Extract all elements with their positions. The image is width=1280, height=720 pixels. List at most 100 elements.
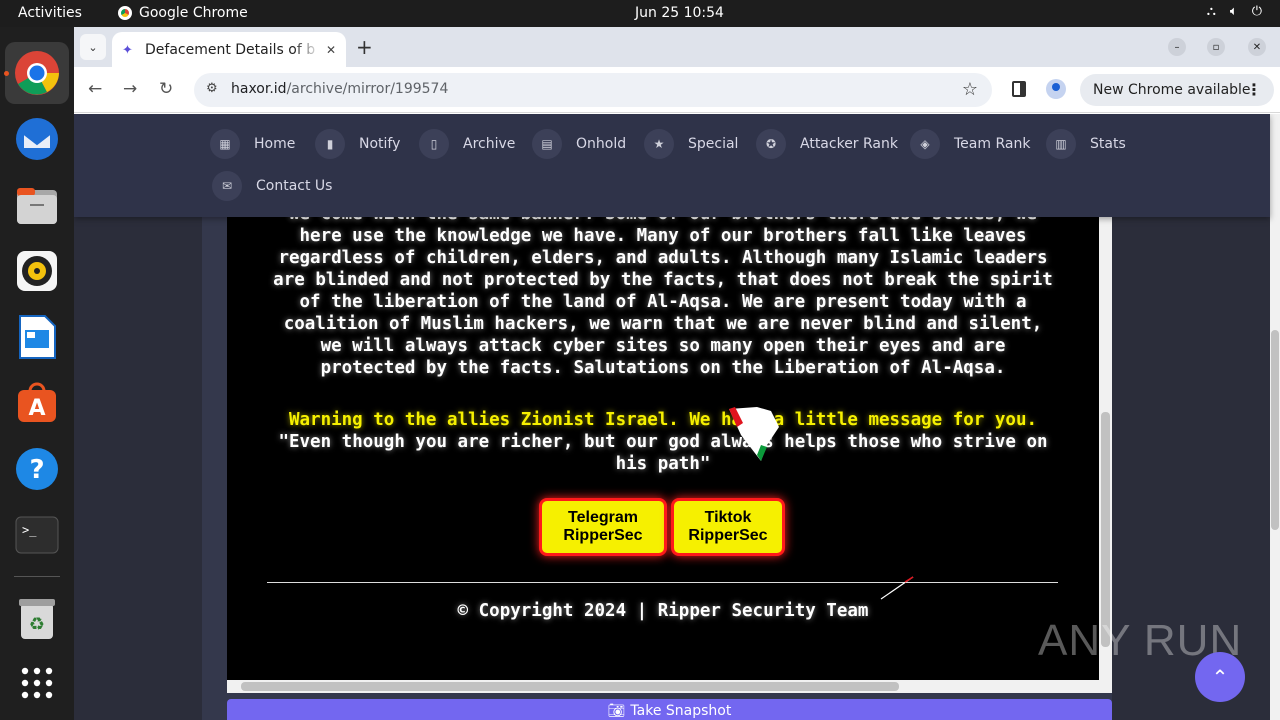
- terminal-icon[interactable]: >_: [13, 511, 61, 559]
- url-path: /archive/mirror/199574: [286, 81, 449, 97]
- scrollbar-thumb[interactable]: [1101, 412, 1110, 647]
- app-grid-icon[interactable]: [13, 659, 61, 707]
- chrome-icon[interactable]: [13, 49, 61, 97]
- activities-button[interactable]: Activities: [18, 5, 82, 21]
- nav-team-rank-label: Team Rank: [954, 136, 1031, 152]
- chart-icon: ▥: [1046, 129, 1076, 159]
- rhythmbox-icon[interactable]: [13, 247, 61, 295]
- nav-archive[interactable]: ▯ Archive: [419, 129, 515, 159]
- double-chevron-up-icon: ⌃: [1211, 665, 1229, 689]
- new-tab-button[interactable]: +: [356, 35, 373, 59]
- scrollbar-thumb[interactable]: [1271, 330, 1279, 530]
- mail-icon: ✉: [212, 171, 242, 201]
- nav-special[interactable]: ★ Special: [644, 129, 738, 159]
- message-line: protected by the facts. Salutations on t…: [320, 358, 1006, 378]
- nav-stats[interactable]: ▥ Stats: [1046, 129, 1126, 159]
- minimize-icon: –: [1174, 41, 1180, 53]
- message-line: coalition of Muslim hackers, we warn tha…: [283, 314, 1043, 334]
- camera-icon: 📷︎: [607, 703, 626, 719]
- side-panel-icon[interactable]: [1012, 81, 1026, 97]
- nav-attacker-rank-label: Attacker Rank: [800, 136, 898, 152]
- app-menu[interactable]: Google Chrome: [118, 5, 248, 21]
- close-window-button[interactable]: ✕: [1248, 38, 1266, 56]
- scrollbar-thumb[interactable]: [241, 682, 899, 691]
- nav-notify-label: Notify: [359, 136, 401, 152]
- nav-notify[interactable]: ▮ Notify: [315, 129, 400, 159]
- page-vertical-scrollbar[interactable]: [1270, 114, 1280, 720]
- app-center-icon[interactable]: A: [13, 379, 61, 427]
- layers-icon: ◈: [910, 129, 940, 159]
- message-line: regardless of children, elders, and adul…: [278, 248, 1048, 268]
- clock[interactable]: Jun 25 10:54: [635, 5, 724, 21]
- mirror-iframe[interactable]: we come with the same banner. Some of ou…: [227, 217, 1112, 693]
- address-bar[interactable]: ⚙ haxor.id/archive/mirror/199574 ☆: [194, 73, 992, 107]
- file-icon: ▤: [532, 129, 562, 159]
- tiktok-button-label: Tiktok RipperSec: [688, 509, 767, 545]
- nav-onhold[interactable]: ▤ Onhold: [532, 129, 626, 159]
- svg-text:?: ?: [29, 455, 44, 485]
- nav-home[interactable]: ▦ Home: [210, 129, 295, 159]
- cursor-trail-decoration: [880, 576, 914, 600]
- reload-button[interactable]: ↻: [159, 79, 173, 99]
- minimize-button[interactable]: –: [1168, 38, 1186, 56]
- take-snapshot-button[interactable]: 📷︎ Take Snapshot: [227, 699, 1112, 720]
- haxor-favicon-icon: ✦: [122, 42, 133, 58]
- help-icon[interactable]: ?: [13, 445, 61, 493]
- system-tray[interactable]: ⛬ 🔈︎ ⏻: [1207, 4, 1262, 19]
- tab-strip: ⌄ ✦ Defacement Details of b ✕ + – ▫ ✕: [74, 27, 1280, 67]
- new-chrome-available-button[interactable]: New Chrome available ⋮: [1080, 74, 1274, 106]
- nav-team-rank[interactable]: ◈ Team Rank: [910, 129, 1030, 159]
- telegram-label-line2: RipperSec: [563, 527, 643, 544]
- snapshot-label: Take Snapshot: [630, 703, 732, 719]
- nav-attacker-rank[interactable]: ✪ Attacker Rank: [756, 129, 898, 159]
- forward-button[interactable]: →: [123, 79, 137, 99]
- award-icon: ✪: [756, 129, 786, 159]
- nav-special-label: Special: [688, 136, 739, 152]
- page-viewport: ▦ Home ▮ Notify ▯ Archive ▤ Onhold ★ Spe…: [74, 114, 1280, 720]
- dock-separator: [14, 576, 60, 577]
- system-top-bar: Activities Google Chrome Jun 25 10:54 ⛬ …: [0, 0, 1280, 27]
- nav-contact-us-label: Contact Us: [256, 178, 333, 194]
- svg-text:♻: ♻: [29, 614, 45, 635]
- message-line: of the liberation of the land of Al-Aqsa…: [299, 292, 1027, 312]
- chevron-down-icon: ⌄: [88, 40, 98, 54]
- trash-icon[interactable]: ♻: [13, 595, 61, 643]
- files-icon[interactable]: [13, 182, 61, 230]
- svg-text:>_: >_: [22, 523, 37, 537]
- chrome-window: ⌄ ✦ Defacement Details of b ✕ + – ▫ ✕ ← …: [74, 27, 1280, 720]
- tab-search-button[interactable]: ⌄: [80, 34, 106, 60]
- writer-icon[interactable]: [13, 313, 61, 361]
- mirror-horizontal-scrollbar[interactable]: [227, 680, 1112, 693]
- site-info-icon[interactable]: ⚙: [206, 81, 218, 96]
- tiktok-rippersec-button[interactable]: Tiktok RipperSec: [671, 498, 785, 556]
- bookmark-star-icon[interactable]: ☆: [962, 79, 978, 100]
- nav-contact-us[interactable]: ✉ Contact Us: [212, 171, 332, 201]
- warning-line: Warning to the allies Zionist Israel. We…: [288, 410, 1038, 430]
- site-navigation: ▦ Home ▮ Notify ▯ Archive ▤ Onhold ★ Spe…: [74, 114, 1270, 217]
- tiktok-label-line2: RipperSec: [688, 527, 768, 544]
- mirror-vertical-scrollbar[interactable]: [1099, 217, 1112, 680]
- profile-avatar-icon[interactable]: [1046, 79, 1066, 99]
- reload-icon: ↻: [159, 79, 174, 99]
- url-text: haxor.id/archive/mirror/199574: [231, 81, 448, 97]
- dashboard-icon: ▦: [210, 129, 240, 159]
- back-button[interactable]: ←: [88, 79, 102, 99]
- palestine-map-icon: [729, 407, 779, 461]
- update-label: New Chrome available: [1093, 82, 1251, 98]
- close-tab-icon[interactable]: ✕: [326, 43, 336, 57]
- thunderbird-icon[interactable]: [13, 115, 61, 163]
- app-name: Google Chrome: [139, 5, 248, 21]
- arrow-left-icon: ←: [88, 79, 103, 99]
- quote-line: his path": [615, 454, 711, 474]
- warning-message: Warning to the allies Zionist Israel. We…: [227, 409, 1099, 475]
- telegram-button-label: Telegram RipperSec: [563, 509, 642, 545]
- maximize-button[interactable]: ▫: [1207, 38, 1225, 56]
- more-menu-icon[interactable]: ⋮: [1246, 80, 1262, 99]
- browser-toolbar: ← → ↻ ⚙ haxor.id/archive/mirror/199574 ☆…: [74, 67, 1280, 113]
- telegram-rippersec-button[interactable]: Telegram RipperSec: [539, 498, 667, 556]
- message-line: here use the knowledge we have. Many of …: [299, 226, 1027, 246]
- tab-title: Defacement Details of b: [145, 41, 316, 58]
- url-host: haxor.id: [231, 81, 287, 97]
- scroll-to-top-button[interactable]: ⌃: [1195, 652, 1245, 702]
- tab-defacement-details[interactable]: ✦ Defacement Details of b ✕: [112, 32, 346, 67]
